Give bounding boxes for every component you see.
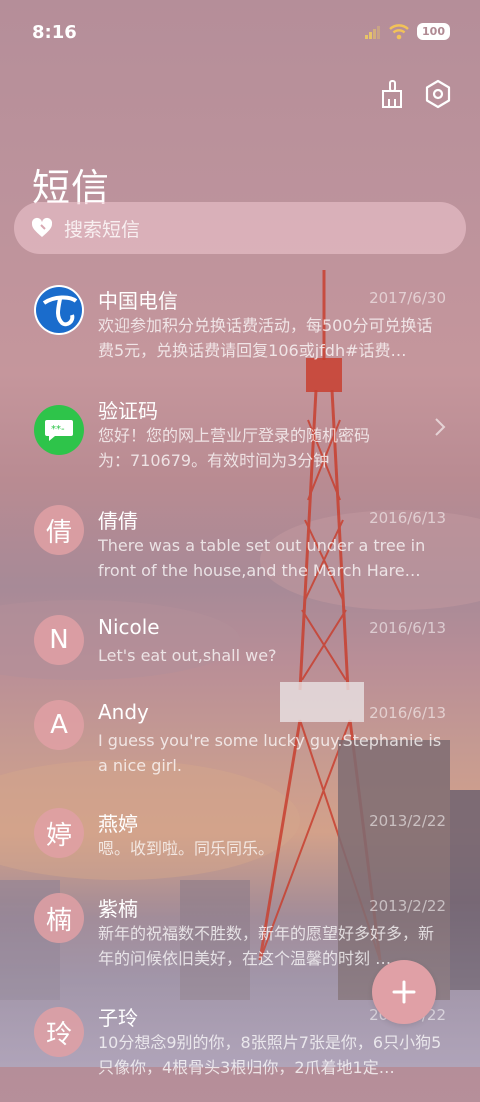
verification-avatar: **- xyxy=(34,405,84,455)
plus-icon xyxy=(392,980,416,1004)
status-icons: 100 xyxy=(365,23,450,40)
message-preview: There was a table set out under a tree i… xyxy=(98,536,426,580)
chevron-right-icon xyxy=(435,418,446,436)
message-preview: 10分想念9别的你，8张照片7张是你，6只小狗5只像你，4根骨头3根归你，2爪着… xyxy=(98,1033,442,1077)
message-date: 2017/6/30 xyxy=(369,289,446,307)
message-row-nicole[interactable]: N Nicole 2016/6/13 Let's eat out,shall w… xyxy=(0,615,480,695)
message-row-andy[interactable]: A Andy 2016/6/13 I guess you're some luc… xyxy=(0,700,480,800)
message-date: 2016/6/13 xyxy=(369,509,446,527)
message-row-verification-code[interactable]: **- 验证码 您好！您的网上营业厅登录的随机密码为：710679。有效时间为3… xyxy=(0,395,480,495)
broom-icon xyxy=(382,80,402,108)
china-telecom-logo-icon xyxy=(36,287,82,333)
hexagon-settings-icon xyxy=(425,79,451,109)
message-date: 2013/2/22 xyxy=(369,897,446,915)
contact-name: 紫楠 xyxy=(98,897,138,921)
clean-button[interactable] xyxy=(376,78,408,110)
contact-avatar: A xyxy=(34,700,84,750)
wifi-icon xyxy=(389,23,409,39)
contact-name: Andy xyxy=(98,700,149,724)
message-preview: 嗯。收到啦。同乐同乐。 xyxy=(98,839,275,858)
message-preview: 欢迎参加积分兑换话费活动，每500分可兑换话费5元，兑换话费请回复106或jfd… xyxy=(98,316,433,360)
message-date: 2016/6/13 xyxy=(369,704,446,722)
contact-avatar: 婷 xyxy=(34,808,84,858)
contact-name: 子玲 xyxy=(98,1006,138,1030)
message-row-china-telecom[interactable]: 中国电信 2017/6/30 欢迎参加积分兑换话费活动，每500分可兑换话费5元… xyxy=(0,285,480,385)
compose-button[interactable] xyxy=(372,960,436,1024)
contact-name: 中国电信 xyxy=(98,289,178,313)
header-actions xyxy=(376,78,454,110)
svg-text:**-: **- xyxy=(51,424,65,435)
contact-avatar: 玲 xyxy=(34,1007,84,1057)
settings-button[interactable] xyxy=(422,78,454,110)
heart-search-icon xyxy=(31,217,53,237)
battery-indicator: 100 xyxy=(417,23,450,40)
message-preview: Let's eat out,shall we? xyxy=(98,646,277,665)
message-row-qianqian[interactable]: 倩 倩倩 2016/6/13 There was a table set out… xyxy=(0,505,480,605)
message-date: 2013/2/22 xyxy=(369,812,446,830)
china-telecom-avatar xyxy=(34,285,84,335)
chat-bubble-icon: **- xyxy=(45,420,73,441)
message-row-yanting[interactable]: 婷 燕婷 2013/2/22 嗯。收到啦。同乐同乐。 xyxy=(0,808,480,888)
contact-avatar: 楠 xyxy=(34,893,84,943)
message-preview: I guess you're some lucky guy.Stephanie … xyxy=(98,731,442,775)
contact-name: 验证码 xyxy=(98,399,158,423)
search-placeholder: 搜索短信 xyxy=(64,218,141,241)
contact-name: Nicole xyxy=(98,615,160,639)
contact-name: 燕婷 xyxy=(98,812,138,836)
contact-avatar: 倩 xyxy=(34,505,84,555)
status-time: 8:16 xyxy=(32,22,77,43)
message-date: 2016/6/13 xyxy=(369,619,446,637)
status-bar: 8:16 100 xyxy=(0,0,480,68)
search-bar[interactable]: 搜索短信 xyxy=(14,202,466,254)
contact-avatar: N xyxy=(34,615,84,665)
message-preview: 您好！您的网上营业厅登录的随机密码为：710679。有效时间为3分钟 xyxy=(98,426,371,470)
contact-name: 倩倩 xyxy=(98,509,138,533)
signal-icon xyxy=(365,25,381,39)
